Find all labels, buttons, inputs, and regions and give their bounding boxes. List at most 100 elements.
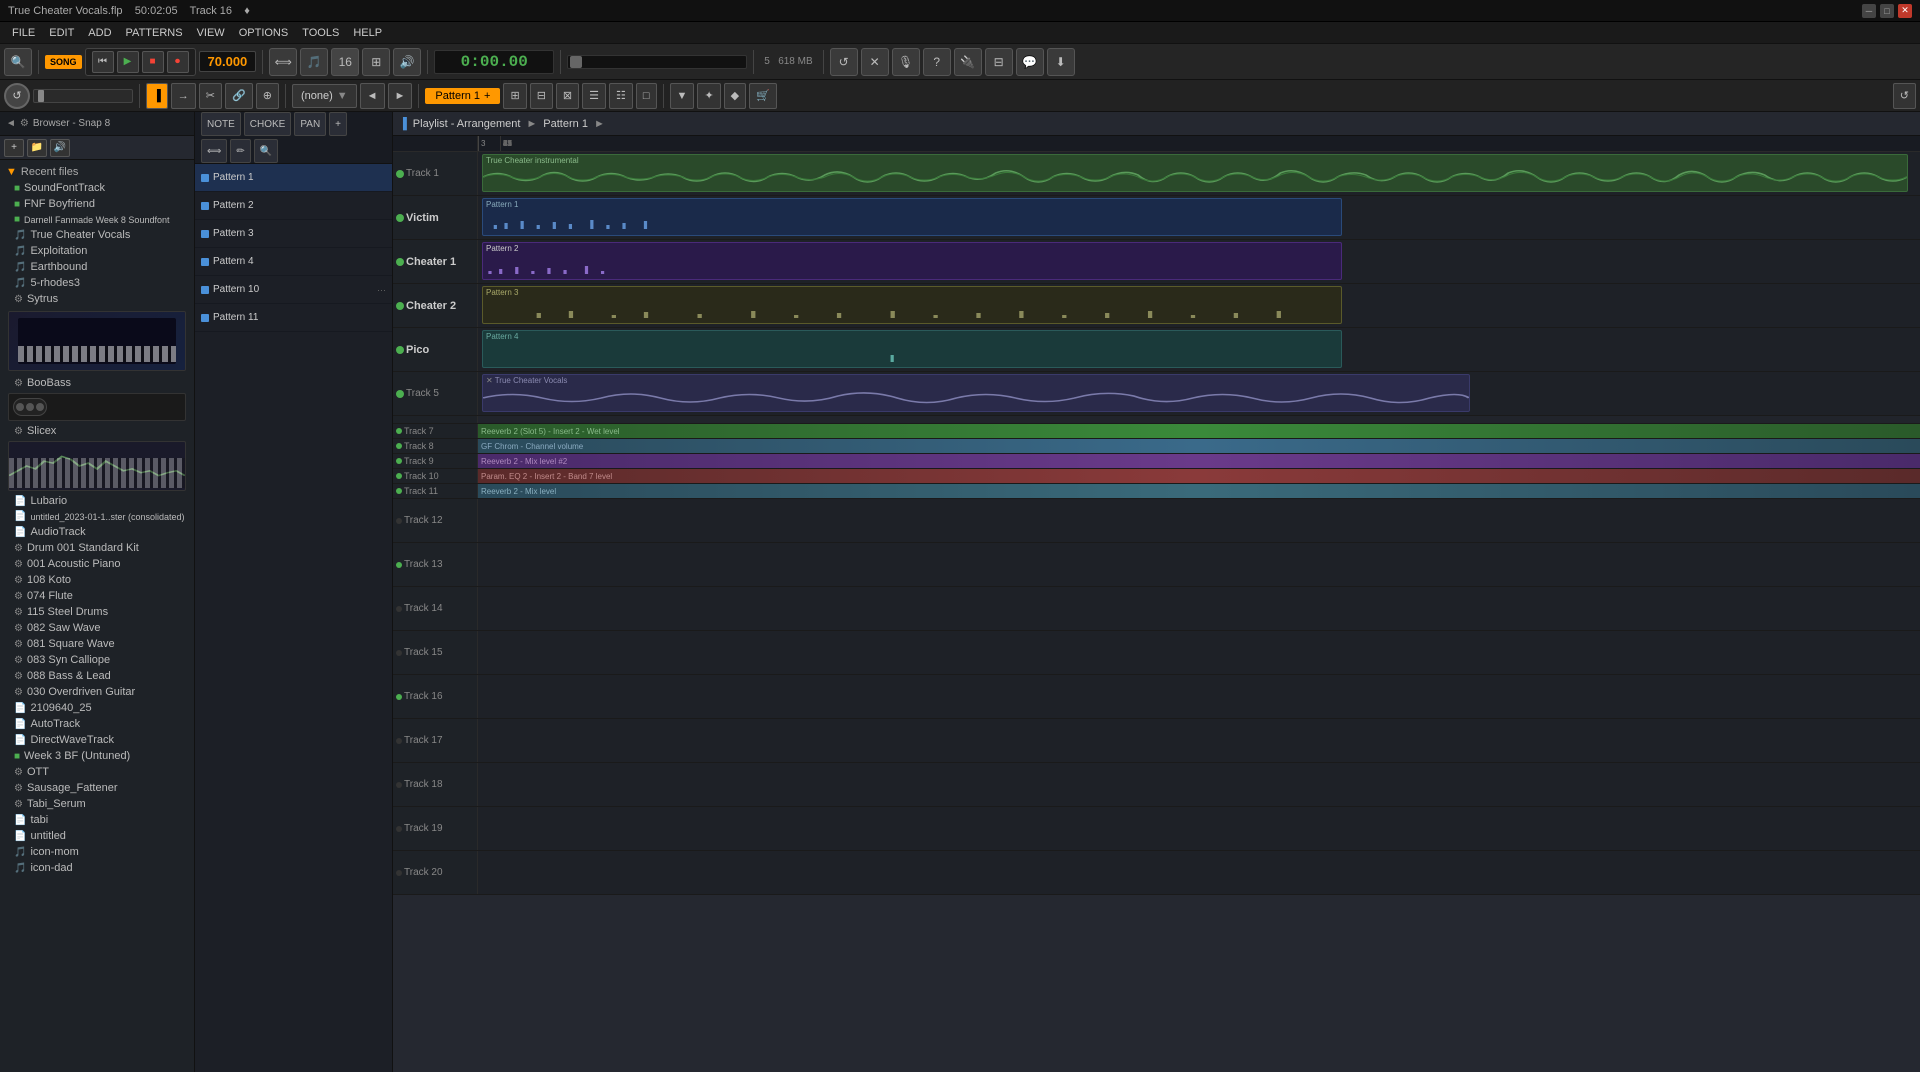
toolbar-download[interactable]: ⬇ [1047,48,1075,76]
sidebar-item-lubario[interactable]: 📄 Lubario [0,493,194,509]
sidebar-item-083syn[interactable]: ⚙ 083 Syn Calliope [0,652,194,668]
toolbar-midi[interactable]: ⊟ [985,48,1013,76]
pattern-entry-4[interactable]: Pattern 4 [195,248,392,276]
browser-speaker-btn[interactable]: 🔊 [50,139,70,157]
toolbar-help[interactable]: ? [923,48,951,76]
sidebar-item-sausage[interactable]: ⚙ Sausage_Fattener [0,780,194,796]
sidebar-item-108koto[interactable]: ⚙ 108 Koto [0,572,194,588]
playlist-tools-5[interactable]: ☷ [609,83,633,109]
ch-tools-2[interactable]: ✏ [230,139,250,163]
bpm-display[interactable]: 70.000 [199,51,257,72]
browser-folder-btn[interactable]: 📁 [27,139,47,157]
sidebar-item-081square[interactable]: ⚙ 081 Square Wave [0,636,194,652]
menu-add[interactable]: ADD [82,25,117,41]
track-mute-10[interactable] [396,473,402,479]
track-mute-5[interactable] [396,390,404,398]
track-content-9[interactable]: Reeverb 2 - Mix level #2 [478,454,1920,468]
sidebar-item-2109640[interactable]: 📄 2109640_25 [0,700,194,716]
sidebar-item-slicex[interactable]: ⚙ Slicex [0,423,194,439]
sidebar-item-001acoustic[interactable]: ⚙ 001 Acoustic Piano [0,556,194,572]
track-content-18[interactable] [478,763,1920,806]
mode-btn-5[interactable]: 🔊 [393,48,421,76]
browser-add-btn[interactable]: + [4,139,24,157]
record-btn2[interactable]: 🛒 [749,83,777,109]
playlist-tools-6[interactable]: □ [636,83,657,109]
track-mute-9[interactable] [396,458,402,464]
mute-btn[interactable]: ✦ [697,83,720,109]
sidebar-item-082saw[interactable]: ⚙ 082 Saw Wave [0,620,194,636]
menu-tools[interactable]: TOOLS [296,25,345,41]
prev-button[interactable]: ⏮ [92,51,114,73]
track-content-20[interactable] [478,851,1920,894]
song-label[interactable]: SONG [45,55,82,69]
playlist-tools-2[interactable]: ⊟ [530,83,553,109]
playlist-tools-1[interactable]: ⊞ [503,83,526,109]
track-content-17[interactable] [478,719,1920,762]
track-content-16[interactable] [478,675,1920,718]
ch-add-btn[interactable]: + [329,112,347,136]
sidebar-item-true-cheater[interactable]: 🎵 True Cheater Vocals [0,227,194,243]
pattern-entry-10[interactable]: Pattern 10 ··· [195,276,392,304]
sidebar-item-icon-dad[interactable]: 🎵 icon-dad [0,860,194,876]
toolbar-chat[interactable]: 💬 [1016,48,1044,76]
progress-bar[interactable] [567,55,747,69]
sidebar-item-untitled[interactable]: 📄 untitled [0,828,194,844]
erase-tool[interactable]: ✂ [199,83,222,109]
sidebar-item-earthbound[interactable]: 🎵 Earthbound [0,259,194,275]
pattern-entry-2[interactable]: Pattern 2 [195,192,392,220]
current-pattern-btn[interactable]: Pattern 1 + [425,88,500,104]
track-content-1[interactable]: True Cheater instrumental [478,152,1920,195]
sidebar-item-115steel[interactable]: ⚙ 115 Steel Drums [0,604,194,620]
ch-tools-1[interactable]: ⟺ [201,139,227,163]
maximize-button[interactable]: □ [1880,4,1894,18]
sidebar-item-drum001[interactable]: ⚙ Drum 001 Standard Kit [0,540,194,556]
ch-note-btn[interactable]: NOTE [201,112,241,136]
menu-file[interactable]: FILE [6,25,41,41]
sidebar-item-ott[interactable]: ⚙ OTT [0,764,194,780]
filter-btn[interactable]: ▼ [670,83,695,109]
toolbar-plugin[interactable]: 🔌 [954,48,982,76]
track-content-15[interactable] [478,631,1920,674]
toolbar-settings[interactable]: ✕ [861,48,889,76]
sidebar-item-darnell[interactable]: ■ Darnell Fanmade Week 8 Soundfont [0,212,194,227]
recent-section-header[interactable]: ▼ Recent files [0,164,194,180]
menu-patterns[interactable]: PATTERNS [120,25,189,41]
track-content-8[interactable]: GF Chrom - Channel volume [478,439,1920,453]
sidebar-item-directwave[interactable]: 📄 DirectWaveTrack [0,732,194,748]
sidebar-item-030overdrive[interactable]: ⚙ 030 Overdriven Guitar [0,684,194,700]
ch-choke-btn[interactable]: CHOKE [244,112,292,136]
sidebar-item-tabi-serum[interactable]: ⚙ Tabi_Serum [0,796,194,812]
menu-edit[interactable]: EDIT [43,25,80,41]
loop-indicator[interactable]: ↺ [4,83,30,109]
toolbar-mic[interactable]: 🎙 [892,48,920,76]
track-content-pico[interactable]: Pattern 4 [478,328,1920,371]
pattern-entry-3[interactable]: Pattern 3 [195,220,392,248]
sidebar-item-tabi[interactable]: 📄 tabi [0,812,194,828]
play-button[interactable]: ▶ [117,51,139,73]
track-mute-cheater1[interactable] [396,258,404,266]
paint-tool[interactable]: → [171,83,196,109]
track-content-13[interactable] [478,543,1920,586]
search-button[interactable]: 🔍 [4,48,32,76]
track-content-cheater2[interactable]: Pattern 3 [478,284,1920,327]
sidebar-item-exploitation[interactable]: 🎵 Exploitation [0,243,194,259]
track-mute-cheater2[interactable] [396,302,404,310]
track-content-19[interactable] [478,807,1920,850]
mode-btn-4[interactable]: ⊞ [362,48,390,76]
sidebar-item-074flute[interactable]: ⚙ 074 Flute [0,588,194,604]
toolbar-refresh[interactable]: ↺ [830,48,858,76]
pattern-entry-1[interactable]: Pattern 1 [195,164,392,192]
pattern-entry-11[interactable]: Pattern 11 [195,304,392,332]
pattern-next[interactable]: ► [388,83,413,109]
sidebar-item-untitled-ster[interactable]: 📄 untitled_2023-01-1..ster (consolidated… [0,509,194,524]
menu-help[interactable]: HELP [347,25,388,41]
track-mute-7[interactable] [396,428,402,434]
mode-btn-2[interactable]: 🎵 [300,48,328,76]
track-content-victim[interactable]: Pattern 1 [478,196,1920,239]
track-mute-pico[interactable] [396,346,404,354]
track-content-5[interactable]: ✕ True Cheater Vocals [478,372,1920,415]
menu-view[interactable]: VIEW [191,25,231,41]
ch-pan-btn[interactable]: PAN [294,112,326,136]
close-button[interactable]: ✕ [1898,4,1912,18]
select-tool[interactable]: 🔗 [225,83,253,109]
